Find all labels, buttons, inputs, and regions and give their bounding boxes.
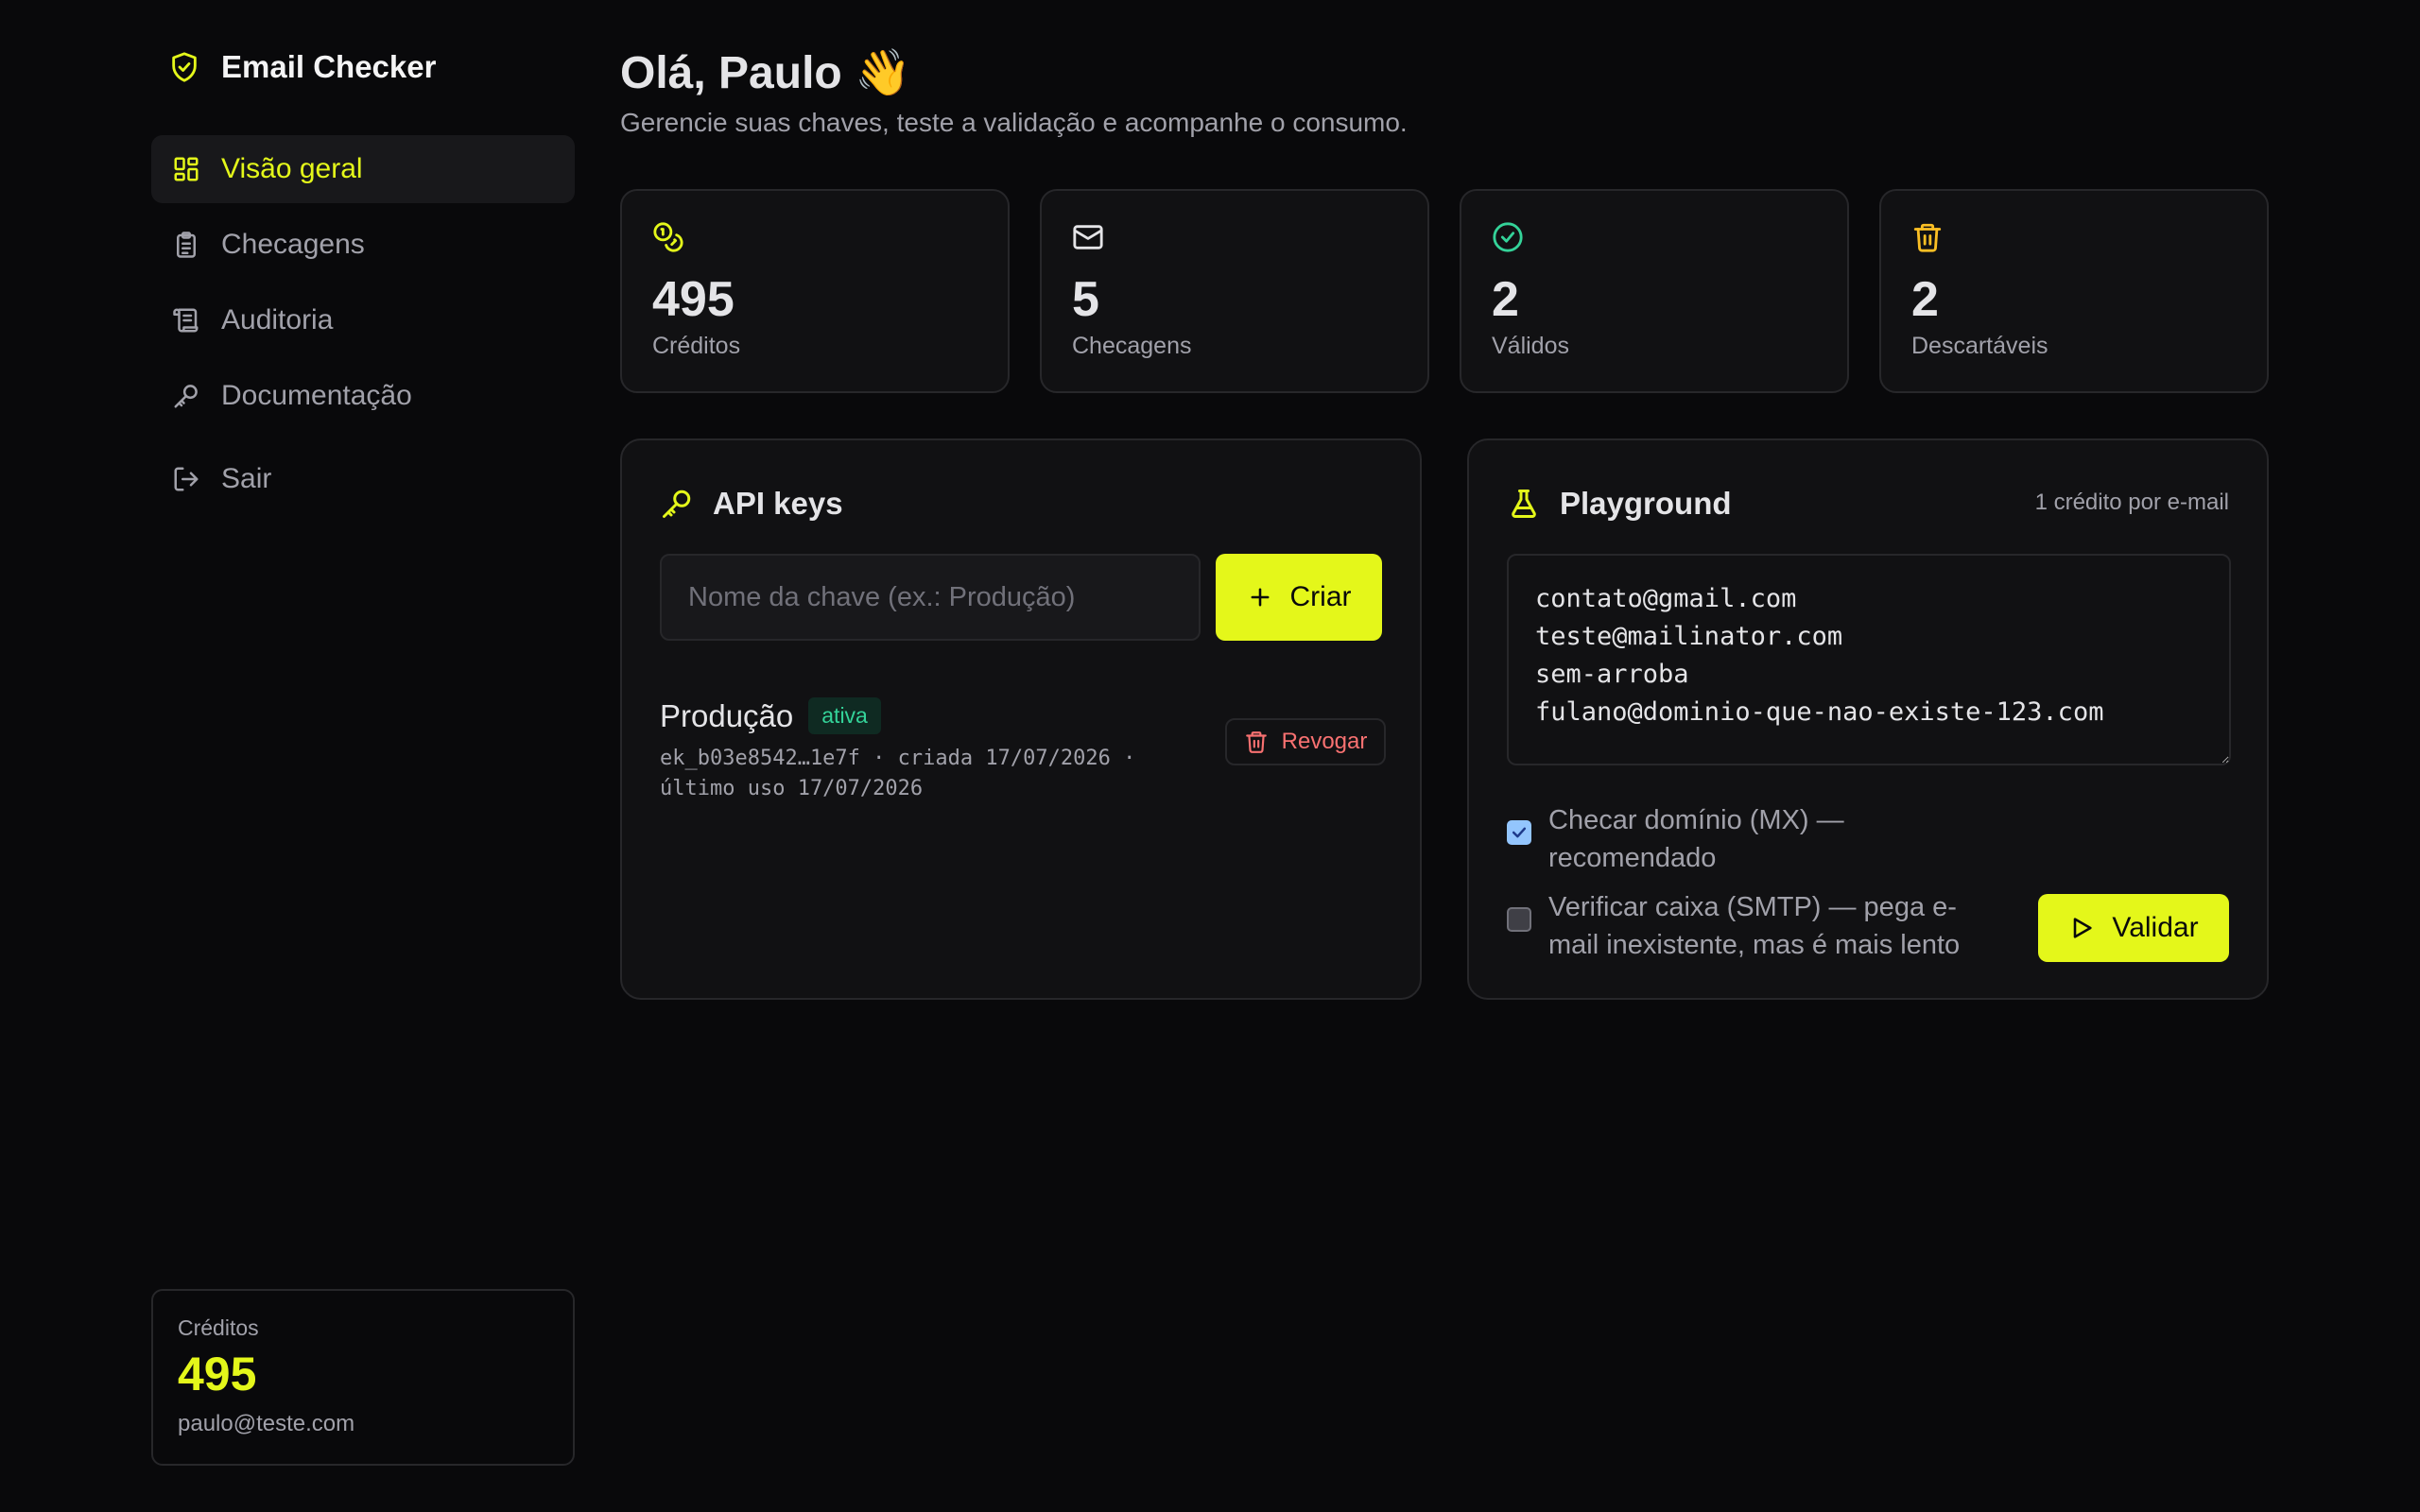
credits-value: 495 [178, 1348, 257, 1400]
stat-value: 495 [652, 272, 735, 327]
sidebar-item-checks[interactable]: Checagens [151, 211, 575, 279]
plus-icon [1247, 584, 1273, 610]
clipboard-list-icon [172, 231, 200, 259]
brand[interactable]: Email Checker [168, 49, 436, 85]
sidebar-item-label: Sair [221, 463, 272, 494]
sidebar-item-label: Checagens [221, 229, 365, 260]
stat-label: Descartáveis [1911, 333, 2048, 360]
scroll-icon [172, 306, 200, 335]
emails-textarea[interactable]: contato@gmail.com teste@mailinator.com s… [1507, 554, 2231, 765]
stat-label: Checagens [1072, 333, 1192, 360]
key-meta: ek_b03e8542…1e7f · criada 17/07/2026 · ú… [660, 747, 1136, 800]
validate-button[interactable]: Validar [2038, 894, 2229, 962]
stat-card-valid: 2 Válidos [1460, 189, 1849, 393]
sidebar: Email Checker Visão geral Checagens Audi… [151, 0, 575, 1512]
trash-icon [1911, 221, 1944, 253]
cost-note: 1 crédito por e-mail [2034, 490, 2229, 515]
key-icon [660, 487, 694, 521]
stat-card-checks: 5 Checagens [1040, 189, 1429, 393]
sidebar-item-overview[interactable]: Visão geral [151, 135, 575, 203]
stat-value: 2 [1492, 272, 1519, 327]
playground-card: Playground 1 crédito por e-mail contato@… [1467, 438, 2269, 1000]
sidebar-item-label: Auditoria [221, 304, 334, 335]
key-icon [172, 382, 200, 410]
key-name: Produção [660, 697, 794, 733]
user-email: paulo@teste.com [178, 1411, 355, 1436]
stat-value: 5 [1072, 272, 1099, 327]
page-title: Olá, Paulo 👋 [620, 48, 911, 98]
app-root: Email Checker Visão geral Checagens Audi… [0, 0, 2420, 1512]
check-circle-icon [1492, 221, 1524, 253]
status-badge: ativa [808, 697, 881, 734]
coins-icon [652, 221, 684, 253]
stat-label: Créditos [652, 333, 741, 360]
playground-header: Playground [1507, 486, 1732, 522]
dashboard-icon [172, 155, 200, 183]
mx-check-option[interactable]: Checar domínio (MX) — recomendado [1507, 801, 1998, 877]
trash-icon [1244, 730, 1269, 754]
logout-icon [172, 465, 200, 493]
page-subtitle: Gerencie suas chaves, teste a validação … [620, 108, 1408, 137]
sidebar-item-label: Documentação [221, 380, 412, 411]
api-key-row: Produção ativa ek_b03e8542…1e7f · criada… [660, 697, 1386, 804]
credits-label: Créditos [178, 1315, 259, 1340]
stat-label: Válidos [1492, 333, 1569, 360]
api-keys-card: API keys Criar Produção ativa ek_b03e854… [620, 438, 1422, 1000]
shield-check-icon [168, 50, 200, 84]
mx-checkbox[interactable] [1507, 820, 1531, 845]
sidebar-nav: Visão geral Checagens Auditoria Document… [151, 135, 575, 521]
create-key-button[interactable]: Criar [1216, 554, 1382, 641]
create-key-label: Criar [1289, 581, 1352, 612]
sidebar-item-docs[interactable]: Documentação [151, 362, 575, 430]
stat-card-disposable: 2 Descartáveis [1879, 189, 2269, 393]
api-keys-title: API keys [713, 486, 843, 521]
mail-icon [1072, 221, 1104, 253]
stats-row: 495 Créditos 5 Checagens 2 Válidos 2 Des… [620, 189, 2269, 393]
sidebar-item-audit[interactable]: Auditoria [151, 286, 575, 354]
validate-label: Validar [2112, 912, 2199, 943]
stat-card-credits: 495 Créditos [620, 189, 1010, 393]
mx-option-label: Checar domínio (MX) — recomendado [1548, 805, 1844, 873]
sidebar-item-logout[interactable]: Sair [151, 445, 575, 513]
smtp-checkbox[interactable] [1507, 907, 1531, 932]
api-keys-header: API keys [660, 486, 843, 522]
flask-icon [1507, 487, 1541, 521]
stat-value: 2 [1911, 272, 1939, 327]
smtp-check-option[interactable]: Verificar caixa (SMTP) — pega e-mail ine… [1507, 888, 1998, 964]
sidebar-credits-card: Créditos 495 paulo@teste.com [151, 1289, 575, 1466]
key-name-input[interactable] [660, 554, 1201, 641]
playground-title: Playground [1560, 486, 1732, 521]
sidebar-item-label: Visão geral [221, 153, 363, 184]
play-icon [2068, 915, 2095, 941]
revoke-key-button[interactable]: Revogar [1225, 718, 1386, 765]
revoke-label: Revogar [1281, 729, 1368, 754]
smtp-option-label: Verificar caixa (SMTP) — pega e-mail ine… [1548, 892, 1961, 960]
app-name: Email Checker [221, 49, 437, 84]
